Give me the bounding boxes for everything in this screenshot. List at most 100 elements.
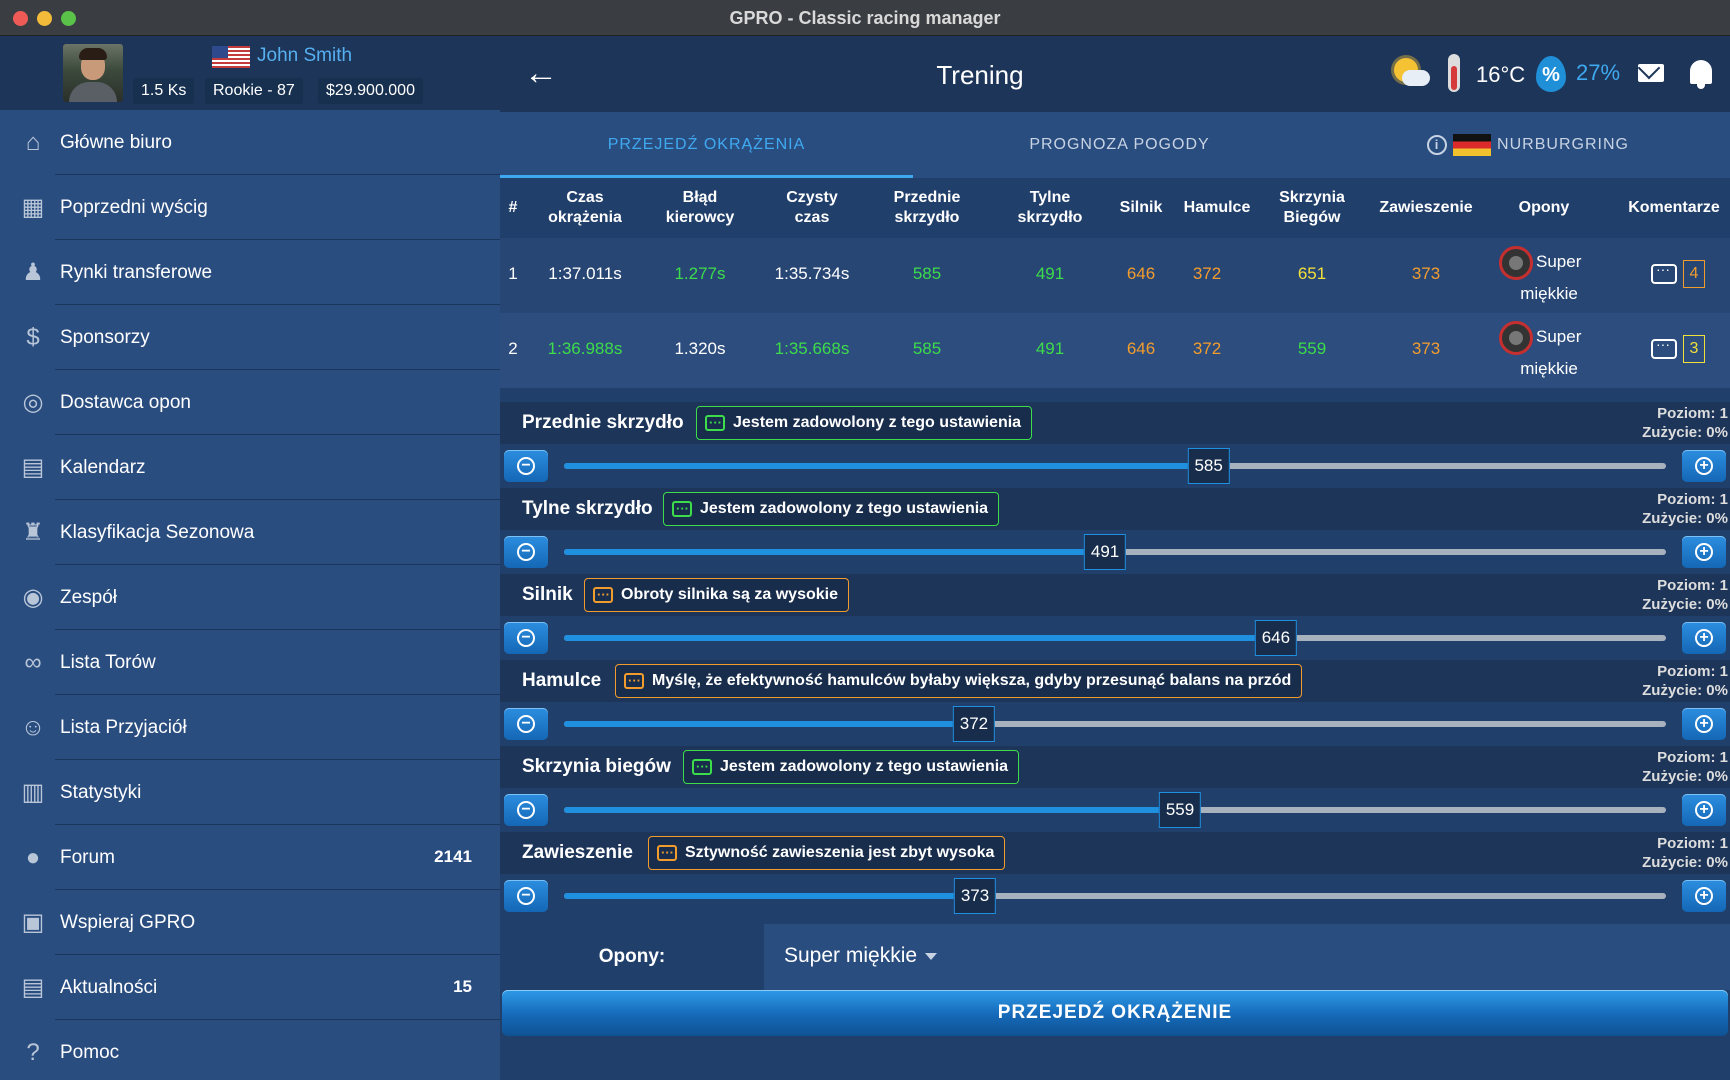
slider-track[interactable]: 559	[564, 792, 1666, 828]
track-icon: ∞	[24, 649, 42, 676]
plus-icon: +	[1695, 887, 1713, 905]
sidebar-item-main-office[interactable]: ⌂ Główne biuro	[26, 110, 500, 175]
calendar-icon: ▦	[21, 194, 45, 221]
sidebar-item-forum[interactable]: ● Forum 2141	[26, 825, 500, 890]
decrease-button[interactable]: −	[504, 622, 548, 654]
comment-count[interactable]: 3	[1683, 335, 1705, 363]
col-front-wing: Przednie skrzydło	[893, 189, 961, 226]
sidebar-item-previous-race[interactable]: ▦ Poprzedni wyścig	[22, 175, 500, 240]
lap-time: 1:36.988s	[547, 339, 623, 358]
setup-brakes: Hamulce Myślę, że efektywność hamulców b…	[500, 660, 1730, 746]
comment-count[interactable]: 4	[1683, 260, 1705, 288]
comment-icon[interactable]	[1651, 336, 1677, 359]
increase-button[interactable]: +	[1682, 622, 1726, 654]
slider-handle[interactable]: 559	[1158, 792, 1202, 828]
driver-comment-bubble: Myślę, że efektywność hamulców byłaby wi…	[615, 664, 1303, 698]
sidebar-item-help[interactable]: ? Pomoc	[26, 1020, 500, 1080]
setup-label: Hamulce	[522, 670, 602, 691]
front-wing-value: 585	[912, 339, 942, 358]
selected-tyre: Super miękkie	[784, 944, 918, 967]
run-lap-button[interactable]: PRZEJEDŹ OKRĄŻENIE	[502, 990, 1728, 1036]
col-engine: Silnik	[1119, 199, 1163, 216]
home-icon: ⌂	[25, 129, 41, 156]
increase-button[interactable]: +	[1682, 450, 1726, 482]
increase-button[interactable]: +	[1682, 536, 1726, 568]
decrease-button[interactable]: −	[504, 536, 548, 568]
decrease-button[interactable]: −	[504, 708, 548, 740]
sidebar-item-tracks[interactable]: ∞ Lista Torów	[24, 630, 500, 695]
us-flag-icon	[212, 46, 250, 68]
minus-icon: −	[517, 801, 535, 819]
col-brakes: Hamulce	[1183, 199, 1251, 216]
sidebar-item-friends[interactable]: ☺ Lista Przyjaciół	[21, 695, 500, 760]
sidebar-item-label: Główne biuro	[60, 132, 172, 153]
driver-comment-bubble: Jestem zadowolony z tego ustawienia	[663, 492, 1000, 526]
rear-wing-value: 491	[1035, 264, 1065, 283]
profile-panel: John Smith 1.5 Ks Rookie - 87 $29.900.00…	[0, 36, 500, 110]
sidebar-item-calendar[interactable]: ▤ Kalendarz	[22, 435, 500, 500]
tyre-compound-select[interactable]: Super miękkie	[764, 924, 1730, 990]
slider-track[interactable]: 646	[564, 620, 1666, 656]
gearbox-value: 559	[1297, 339, 1327, 358]
slider-handle[interactable]: 585	[1187, 448, 1230, 484]
table-row: 2 1:36.988s 1.320s 1:35.668s 585 491 646…	[500, 313, 1730, 388]
sidebar-item-label: Lista Przyjaciół	[60, 717, 187, 738]
col-tyres: Opony	[1518, 199, 1570, 216]
decrease-button[interactable]: −	[504, 880, 548, 912]
bell-icon[interactable]	[1690, 60, 1712, 89]
mail-icon[interactable]	[1638, 64, 1664, 82]
thermometer-icon	[1448, 54, 1460, 92]
humidity-icon: %	[1536, 56, 1566, 92]
suspension-value: 373	[1411, 339, 1441, 358]
increase-button[interactable]: +	[1682, 794, 1726, 826]
slider-handle[interactable]: 646	[1254, 620, 1298, 656]
sidebar-item-news[interactable]: ▤ Aktualności 15	[22, 955, 500, 1020]
comment-icon[interactable]	[1651, 261, 1677, 284]
rear-wing-value: 491	[1035, 339, 1065, 358]
user-name[interactable]: John Smith	[257, 45, 352, 67]
tab-track-info[interactable]: i NURBURGRING	[1326, 112, 1730, 178]
level-wear-info: Poziom: 1 Zużycie: 0%	[1642, 835, 1728, 871]
sidebar-item-transfer-market[interactable]: ♟ Rynki transferowe	[22, 240, 500, 305]
slider-track[interactable]: 491	[564, 534, 1666, 570]
slider-handle[interactable]: 372	[952, 706, 996, 742]
decrease-button[interactable]: −	[504, 450, 548, 482]
level-wear-info: Poziom: 1 Zużycie: 0%	[1642, 577, 1728, 613]
slider-track[interactable]: 373	[564, 878, 1666, 914]
sidebar-item-season-standings[interactable]: ♜ Klasyfikacja Sezonowa	[22, 500, 500, 565]
page-header: ← Trening 16°C % 27%	[500, 36, 1730, 112]
tab-laps[interactable]: PRZEJEDŹ OKRĄŻENIA	[500, 112, 913, 178]
setup-label: Silnik	[522, 584, 573, 605]
sidebar-item-sponsors[interactable]: $ Sponsorzy	[26, 305, 500, 370]
slider-handle[interactable]: 491	[1083, 534, 1127, 570]
sidebar-item-support[interactable]: ▣ Wspieraj GPRO	[22, 890, 500, 955]
increase-button[interactable]: +	[1682, 880, 1726, 912]
sidebar-item-label: Rynki transferowe	[60, 262, 213, 283]
tyre-cell: Super miękkie	[1494, 238, 1604, 313]
minus-icon: −	[517, 543, 535, 561]
increase-button[interactable]: +	[1682, 708, 1726, 740]
news-count-badge: 15	[453, 977, 472, 996]
tyre-selection-row: Opony: Super miękkie	[500, 924, 1730, 990]
engine-value: 646	[1126, 339, 1156, 358]
net-time: 1:35.668s	[774, 339, 850, 358]
driver-error: 1.320s	[674, 339, 726, 358]
laps-table-header: # Czas okrążenia Błąd kierowcy Czysty czas …	[500, 178, 1730, 238]
sidebar-item-label: Poprzedni wyścig	[60, 197, 208, 218]
soft-tyre-icon	[1499, 321, 1533, 355]
sidebar-item-team[interactable]: ◉ Zespół	[23, 565, 500, 630]
slider-track[interactable]: 372	[564, 706, 1666, 742]
slider-handle[interactable]: 373	[953, 878, 997, 914]
suspension-value: 373	[1411, 264, 1441, 283]
sidebar-item-label: Kalendarz	[60, 457, 146, 478]
avatar[interactable]	[63, 44, 123, 102]
info-icon: i	[1427, 134, 1448, 155]
driver-error: 1.277s	[674, 264, 726, 283]
sidebar-item-label: Sponsorzy	[60, 327, 150, 348]
tab-weather-forecast[interactable]: PROGNOZA POGODY	[913, 112, 1326, 178]
lap-number: 2	[508, 339, 518, 358]
sidebar-item-tyre-supplier[interactable]: ◎ Dostawca opon	[23, 370, 500, 435]
sidebar-item-statistics[interactable]: ▥ Statystyki	[22, 760, 500, 825]
decrease-button[interactable]: −	[504, 794, 548, 826]
slider-track[interactable]: 585	[564, 448, 1666, 484]
